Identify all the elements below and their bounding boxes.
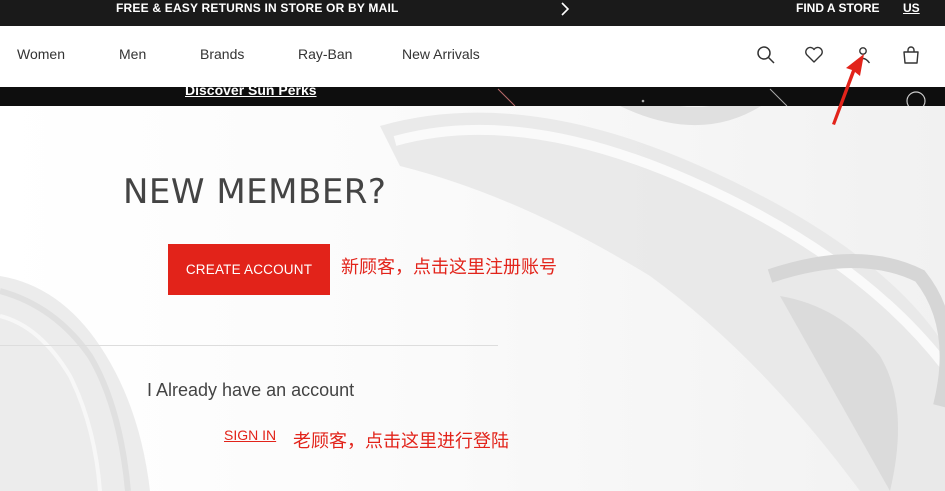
- locale-link[interactable]: US: [903, 0, 920, 16]
- annotation-arrow-icon: [832, 54, 864, 125]
- create-account-button[interactable]: CREATE ACCOUNT: [168, 244, 330, 295]
- chevron-right-icon[interactable]: [558, 2, 572, 16]
- bag-icon[interactable]: [900, 44, 922, 66]
- annotation-returning-customer: 老顾客，点击这里进行登陆: [293, 431, 509, 452]
- find-a-store-link[interactable]: FIND A STORE: [796, 0, 880, 16]
- section-divider: [0, 345, 498, 346]
- heart-icon[interactable]: [803, 44, 825, 66]
- nav-item-brands[interactable]: Brands: [200, 46, 244, 62]
- main-nav: Women Men Brands Ray-Ban New Arrivals: [0, 26, 945, 87]
- banner-decoration: [497, 88, 926, 106]
- search-icon[interactable]: [755, 44, 777, 66]
- nav-item-women[interactable]: Women: [17, 46, 65, 62]
- nav-item-ray-ban[interactable]: Ray-Ban: [298, 46, 352, 62]
- nav-item-men[interactable]: Men: [119, 46, 146, 62]
- new-member-heading: NEW MEMBER?: [123, 172, 387, 212]
- already-have-account-label: I Already have an account: [147, 380, 355, 400]
- annotation-new-customer: 新顾客，点击这里注册账号: [341, 257, 557, 278]
- promo-message[interactable]: FREE & EASY RETURNS IN STORE OR BY MAIL: [116, 0, 399, 16]
- nav-item-new-arrivals[interactable]: New Arrivals: [402, 46, 480, 62]
- perks-banner: Discover Sun Perks: [0, 87, 945, 106]
- promo-bar: FREE & EASY RETURNS IN STORE OR BY MAIL …: [0, 0, 945, 26]
- sign-in-link[interactable]: SIGN IN: [224, 427, 276, 443]
